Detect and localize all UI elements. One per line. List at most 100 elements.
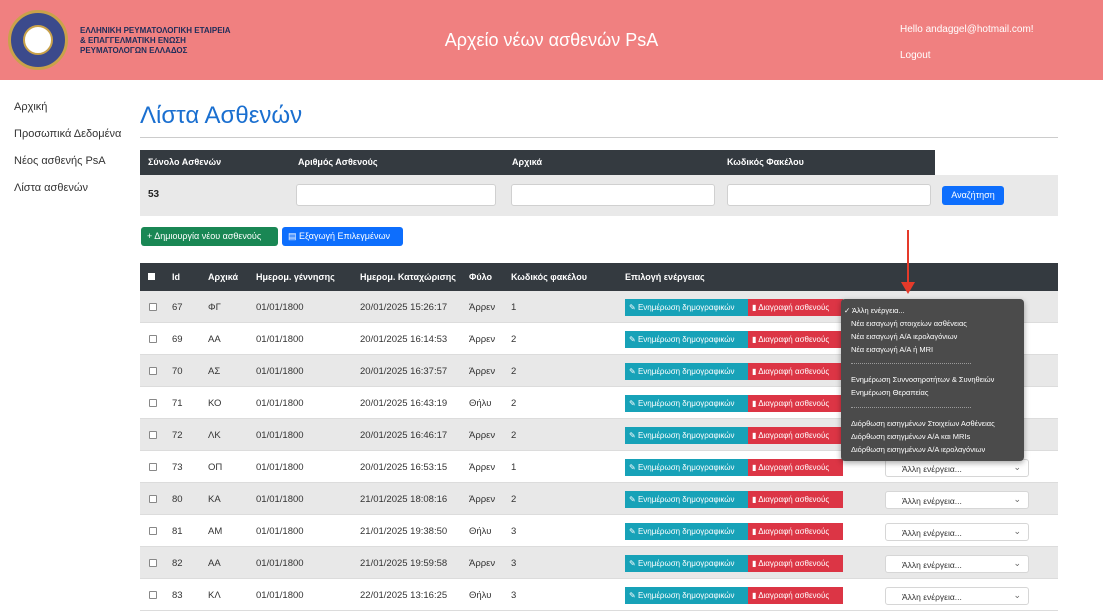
delete-patient-button[interactable]: ▮ Διαγραφή ασθενούς bbox=[748, 587, 843, 604]
cell-initials: ΑΣ bbox=[208, 366, 221, 377]
row-checkbox[interactable] bbox=[149, 559, 157, 567]
row-checkbox[interactable] bbox=[149, 399, 157, 407]
delete-patient-button[interactable]: ▮ Διαγραφή ασθενούς bbox=[748, 427, 843, 444]
row-checkbox[interactable] bbox=[149, 463, 157, 471]
update-demographics-button[interactable]: ✎ Ενημέρωση δημογραφικών bbox=[625, 587, 748, 604]
row-checkbox[interactable] bbox=[149, 527, 157, 535]
edit-icon: ✎ bbox=[629, 463, 638, 472]
select-all-checkbox[interactable] bbox=[148, 273, 155, 280]
annotation-arrow-head bbox=[901, 282, 915, 294]
row-checkbox[interactable] bbox=[149, 431, 157, 439]
cell-birth: 01/01/1800 bbox=[256, 590, 304, 601]
export-selected-button[interactable]: ▤ Εξαγωγή Επιλεγμένων bbox=[282, 227, 403, 246]
delete-patient-button[interactable]: ▮ Διαγραφή ασθενούς bbox=[748, 491, 843, 508]
col-sex: Φύλο bbox=[469, 272, 493, 282]
logout-link[interactable]: Logout bbox=[900, 50, 931, 61]
delete-patient-button[interactable]: ▮ Διαγραφή ασθενούς bbox=[748, 555, 843, 572]
cell-birth: 01/01/1800 bbox=[256, 302, 304, 313]
delete-patient-button[interactable]: ▮ Διαγραφή ασθενούς bbox=[748, 299, 843, 316]
col-id: Id bbox=[172, 272, 180, 282]
initials-input[interactable] bbox=[511, 184, 715, 206]
delete-label: Διαγραφή ασθενούς bbox=[758, 303, 830, 312]
row-checkbox[interactable] bbox=[149, 335, 157, 343]
cell-file-code: 3 bbox=[511, 590, 517, 601]
create-patient-button[interactable]: + Δημιουργία νέου ασθενούς bbox=[141, 227, 278, 246]
dropdown-option-new-mri[interactable]: Νέα εισαγωγή Α/Α ή MRI bbox=[851, 345, 933, 354]
dropdown-option-new-sacroiliac[interactable]: Νέα εισαγωγή Α/Α ιερολαγόνιων bbox=[851, 332, 957, 341]
cell-initials: ΚΟ bbox=[208, 398, 222, 409]
sidebar-item-personal-data[interactable]: Προσωπικά Δεδομένα bbox=[14, 127, 124, 154]
file-code-header: Κωδικός Φακέλου bbox=[727, 157, 804, 167]
edit-icon: ✎ bbox=[629, 495, 638, 504]
row-checkbox[interactable] bbox=[149, 591, 157, 599]
cell-initials: ΑΑ bbox=[208, 558, 221, 569]
update-demographics-button[interactable]: ✎ Ενημέρωση δημογραφικών bbox=[625, 459, 748, 476]
row-checkbox[interactable] bbox=[149, 495, 157, 503]
update-demographics-button[interactable]: ✎ Ενημέρωση δημογραφικών bbox=[625, 299, 748, 316]
dropdown-option-other[interactable]: ✓ Άλλη ενέργεια... bbox=[844, 306, 905, 315]
action-select[interactable]: Άλλη ενέργεια... ⌄ bbox=[885, 587, 1029, 605]
cell-id: 81 bbox=[172, 526, 183, 537]
sidebar-item-patient-list[interactable]: Λίστα ασθενών bbox=[14, 181, 124, 208]
cell-sex: Άρρεν bbox=[469, 302, 496, 313]
delete-patient-button[interactable]: ▮ Διαγραφή ασθενούς bbox=[748, 523, 843, 540]
update-demographics-button[interactable]: ✎ Ενημέρωση δημογραφικών bbox=[625, 427, 748, 444]
action-select[interactable]: Άλλη ενέργεια... ⌄ bbox=[885, 523, 1029, 541]
row-checkbox[interactable] bbox=[149, 303, 157, 311]
cell-sex: Άρρεν bbox=[469, 558, 496, 569]
cell-sex: Θήλυ bbox=[469, 398, 492, 409]
delete-patient-button[interactable]: ▮ Διαγραφή ασθενούς bbox=[748, 459, 843, 476]
update-demographics-button[interactable]: ✎ Ενημέρωση δημογραφικών bbox=[625, 331, 748, 348]
cell-sex: Άρρεν bbox=[469, 334, 496, 345]
edit-icon: ✎ bbox=[629, 367, 638, 376]
action-select[interactable]: Άλλη ενέργεια... ⌄ bbox=[885, 491, 1029, 509]
update-demographics-button[interactable]: ✎ Ενημέρωση δημογραφικών bbox=[625, 491, 748, 508]
update-demographics-button[interactable]: ✎ Ενημέρωση δημογραφικών bbox=[625, 363, 748, 380]
update-demographics-button[interactable]: ✎ Ενημέρωση δημογραφικών bbox=[625, 523, 748, 540]
cell-birth: 01/01/1800 bbox=[256, 558, 304, 569]
search-button[interactable]: Αναζήτηση bbox=[942, 186, 1004, 205]
cell-file-code: 3 bbox=[511, 558, 517, 569]
dropdown-option-fix-disease-data[interactable]: Διόρθωση εισηγμένων Στοιχείων Ασθένειας bbox=[851, 419, 995, 428]
total-header: Σύνολο Ασθενών bbox=[148, 157, 222, 167]
cell-registered: 20/01/2025 15:26:17 bbox=[360, 302, 448, 313]
header: ΕΛΛΗΝΙΚΗ ΡΕΥΜΑΤΟΛΟΓΙΚΗ ΕΤΑΙΡΕΙΑ & ΕΠΑΓΓΕ… bbox=[0, 0, 1103, 80]
delete-label: Διαγραφή ασθενούς bbox=[758, 399, 830, 408]
cell-id: 82 bbox=[172, 558, 183, 569]
cell-sex: Άρρεν bbox=[469, 366, 496, 377]
chevron-down-icon: ⌄ bbox=[1013, 526, 1021, 536]
row-checkbox[interactable] bbox=[149, 367, 157, 375]
dropdown-option-fix-mri[interactable]: Διόρθωση εισηγμένων Α/Α και MRIs bbox=[851, 432, 970, 441]
page-title: Λίστα Ασθενών bbox=[140, 102, 303, 129]
col-registration-date: Ημερομ. Καταχώρισης bbox=[360, 272, 456, 282]
delete-patient-button[interactable]: ▮ Διαγραφή ασθενούς bbox=[748, 363, 843, 380]
delete-patient-button[interactable]: ▮ Διαγραφή ασθενούς bbox=[748, 395, 843, 412]
dropdown-option-update-therapy[interactable]: Ενημέρωση Θεραπείας bbox=[851, 388, 929, 397]
sidebar-item-home[interactable]: Αρχική bbox=[14, 100, 124, 127]
action-select[interactable]: Άλλη ενέργεια... ⌄ bbox=[885, 555, 1029, 573]
action-select[interactable]: Άλλη ενέργεια... ⌄ bbox=[885, 459, 1029, 477]
table-row: 83 ΚΛ 01/01/1800 22/01/2025 13:16:25 Θήλυ 3 ✎ … bbox=[140, 579, 1058, 611]
search-body: 53 Αναζήτηση bbox=[140, 175, 1058, 216]
dropdown-separator bbox=[851, 407, 971, 408]
search-panel: Σύνολο Ασθενών Αριθμός Ασθενούς Αρχικά Κ… bbox=[140, 150, 1058, 216]
cell-registered: 21/01/2025 19:59:58 bbox=[360, 558, 448, 569]
file-code-input[interactable] bbox=[727, 184, 931, 206]
dropdown-option-fix-sacroiliac[interactable]: Διόρθωση εισηγμένων Α/Α ιερολαγόνιων bbox=[851, 445, 985, 454]
action-select-value: Άλλη ενέργεια... bbox=[902, 560, 962, 570]
update-demographics-button[interactable]: ✎ Ενημέρωση δημογραφικών bbox=[625, 395, 748, 412]
cell-registered: 21/01/2025 18:08:16 bbox=[360, 494, 448, 505]
patient-number-input[interactable] bbox=[296, 184, 496, 206]
dropdown-option-update-comorbidities[interactable]: Ενημέρωση Συννοσηροτήτων & Συνηθειών bbox=[851, 375, 994, 384]
cell-file-code: 2 bbox=[511, 334, 517, 345]
cell-registered: 20/01/2025 16:43:19 bbox=[360, 398, 448, 409]
update-demographics-button[interactable]: ✎ Ενημέρωση δημογραφικών bbox=[625, 555, 748, 572]
sidebar-item-new-patient[interactable]: Νέος ασθενής PsA bbox=[14, 154, 124, 181]
cell-id: 70 bbox=[172, 366, 183, 377]
title-divider bbox=[140, 137, 1058, 138]
action-select-value: Άλλη ενέργεια... bbox=[902, 464, 962, 474]
dropdown-option-new-disease-data[interactable]: Νέα εισαγωγή στοιχείων ασθένειας bbox=[851, 319, 967, 328]
delete-patient-button[interactable]: ▮ Διαγραφή ασθενούς bbox=[748, 331, 843, 348]
delete-label: Διαγραφή ασθενούς bbox=[758, 367, 830, 376]
cell-registered: 20/01/2025 16:53:15 bbox=[360, 462, 448, 473]
